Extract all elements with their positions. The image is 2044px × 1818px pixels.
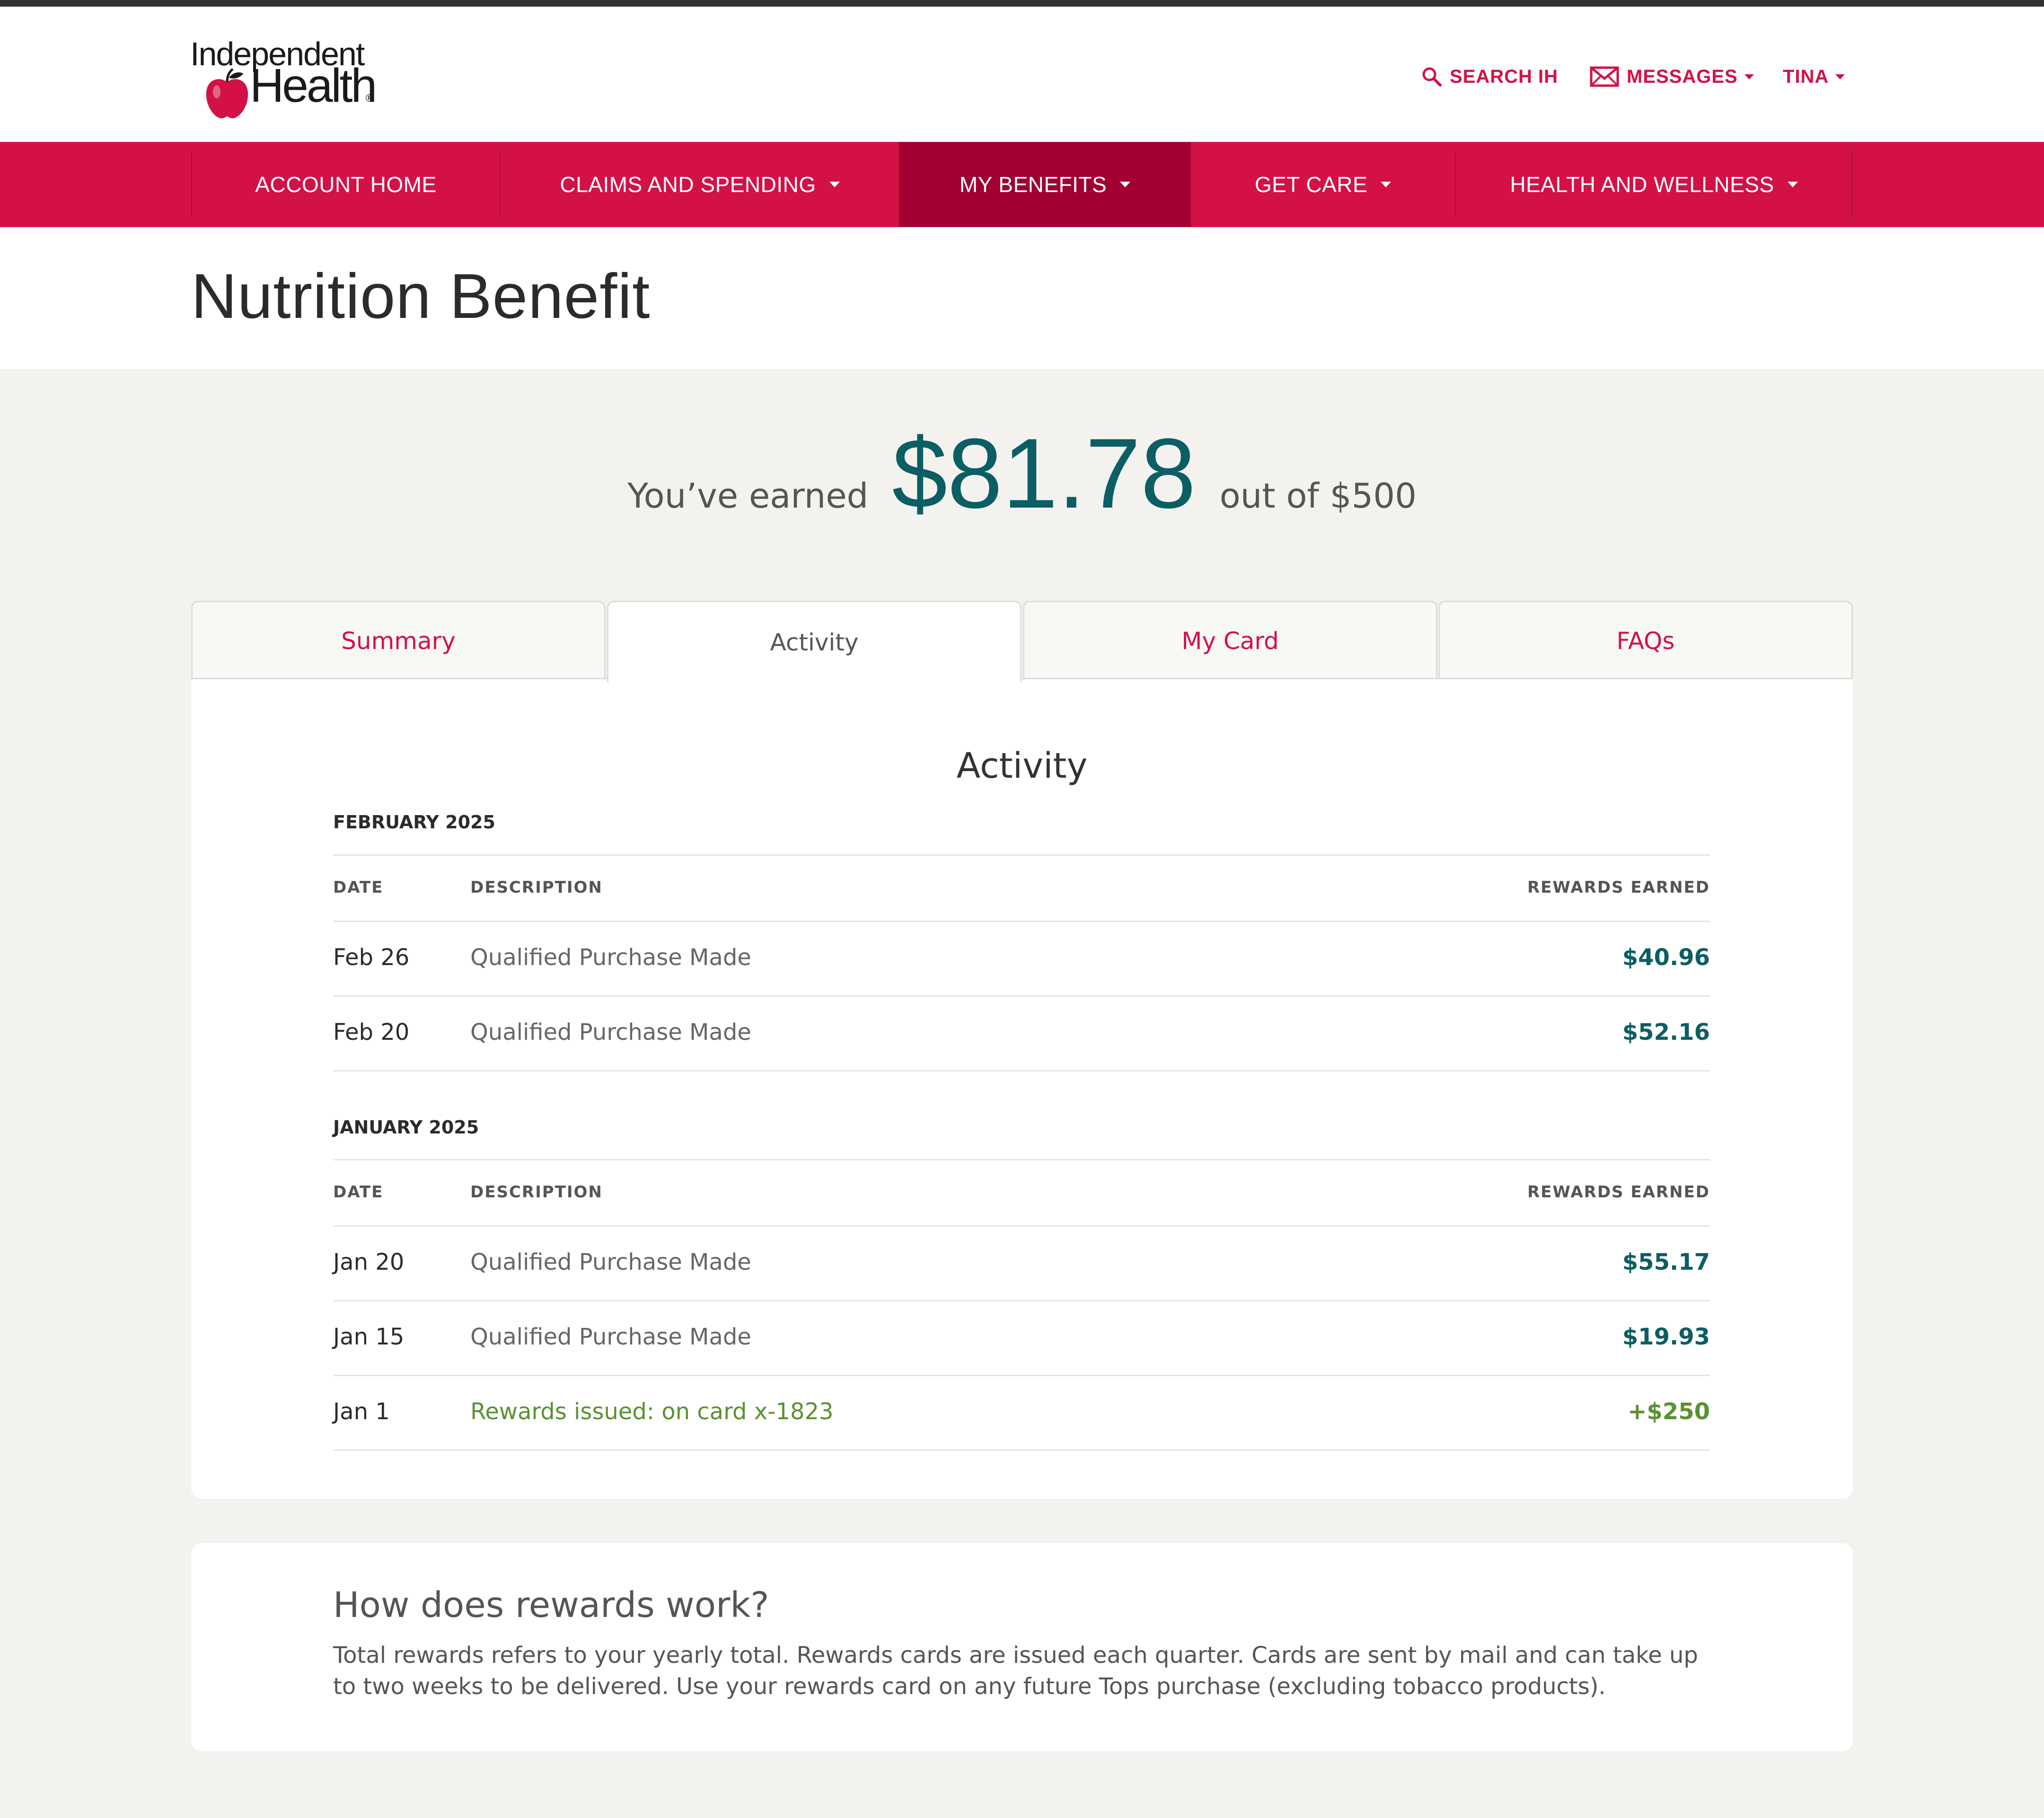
logo[interactable]: Independent Health ®	[189, 31, 379, 121]
row-description: Rewards issued: on card x-1823	[470, 1398, 834, 1425]
earned-prefix: You’ve earned	[627, 476, 869, 516]
row-description: Qualified Purchase Made	[470, 944, 751, 971]
row-amount: $40.96	[1622, 944, 1710, 971]
earned-suffix: out of $500	[1219, 476, 1417, 516]
row-amount: +$250	[1628, 1398, 1710, 1425]
divider	[333, 1449, 1710, 1451]
column-header-description: DESCRIPTION	[470, 878, 603, 897]
chevron-down-icon	[829, 182, 840, 187]
main-nav: ACCOUNT HOME CLAIMS AND SPENDING MY BENE…	[0, 142, 2044, 227]
nav-divider	[1852, 151, 1853, 218]
mail-icon	[1590, 66, 1619, 87]
search-link[interactable]: SEARCH IH	[1421, 62, 1558, 91]
nav-label: GET CARE	[1254, 172, 1368, 197]
activity-title: Activity	[956, 746, 1088, 786]
search-icon	[1422, 67, 1442, 87]
tab-label: My Card	[1181, 627, 1279, 655]
tab-label: Activity	[770, 628, 859, 656]
column-header-rewards: REWARDS EARNED	[1527, 1183, 1710, 1202]
column-header-rewards: REWARDS EARNED	[1527, 878, 1710, 897]
row-description: Qualified Purchase Made	[470, 1019, 751, 1045]
tab-label: Summary	[341, 627, 456, 655]
chevron-down-icon	[1744, 74, 1754, 79]
messages-label: MESSAGES	[1627, 66, 1738, 87]
tab-faqs[interactable]: FAQs	[1438, 601, 1853, 679]
page-title: Nutrition Benefit	[191, 261, 651, 332]
row-date: Jan 20	[333, 1249, 405, 1275]
chevron-down-icon	[1835, 74, 1845, 79]
nav-label: HEALTH AND WELLNESS	[1510, 172, 1774, 197]
nav-account-home[interactable]: ACCOUNT HOME	[192, 151, 500, 218]
divider	[333, 1300, 1710, 1301]
messages-menu[interactable]: MESSAGES	[1590, 62, 1754, 91]
tab-summary[interactable]: Summary	[191, 601, 606, 679]
top-strip	[0, 0, 2044, 7]
nav-label: MY BENEFITS	[959, 172, 1107, 197]
chevron-down-icon	[1120, 182, 1131, 187]
divider	[333, 995, 1710, 997]
month-heading: JANUARY 2025	[333, 1117, 479, 1138]
month-heading: FEBRUARY 2025	[333, 812, 495, 833]
column-header-date: DATE	[333, 1183, 384, 1202]
activity-panel: Activity FEBRUARY 2025 DATE DESCRIPTION …	[191, 678, 1853, 1499]
how-rewards-panel: How does rewards work? Total rewards ref…	[191, 1543, 1853, 1751]
how-body: Total rewards refers to your yearly tota…	[333, 1642, 1698, 1700]
tab-my-card[interactable]: My Card	[1023, 601, 1437, 679]
divider	[333, 1225, 1710, 1227]
earned-summary: You’ve earned $81.78 out of $500	[0, 416, 2044, 530]
row-amount: $55.17	[1622, 1249, 1710, 1275]
tab-activity[interactable]: Activity	[607, 601, 1022, 682]
row-description: Qualified Purchase Made	[470, 1249, 751, 1275]
nav-health-and-wellness[interactable]: HEALTH AND WELLNESS	[1456, 151, 1852, 218]
divider	[333, 1375, 1710, 1376]
column-header-date: DATE	[333, 878, 384, 897]
earned-amount: $81.78	[892, 418, 1196, 529]
chevron-down-icon	[1787, 182, 1798, 187]
divider	[333, 1159, 1710, 1160]
row-description: Qualified Purchase Made	[470, 1324, 751, 1350]
row-date: Feb 20	[333, 1019, 410, 1045]
how-title: How does rewards work?	[333, 1585, 769, 1625]
divider	[333, 1070, 1710, 1071]
nav-claims-and-spending[interactable]: CLAIMS AND SPENDING	[501, 151, 899, 218]
row-amount: $52.16	[1622, 1019, 1710, 1045]
row-date: Jan 15	[333, 1324, 405, 1350]
site-header: Independent Health ® SEARCH IH MESSAGES …	[0, 7, 2044, 142]
row-date: Jan 1	[333, 1398, 390, 1425]
nav-my-benefits[interactable]: MY BENEFITS	[899, 142, 1191, 227]
nav-get-care[interactable]: GET CARE	[1191, 151, 1455, 218]
tab-label: FAQs	[1616, 627, 1675, 655]
apple-icon	[206, 68, 248, 119]
user-label: TINA	[1783, 66, 1829, 87]
user-menu[interactable]: TINA	[1783, 62, 1845, 91]
divider	[333, 854, 1710, 856]
column-header-description: DESCRIPTION	[470, 1183, 603, 1202]
nav-label: CLAIMS AND SPENDING	[560, 172, 816, 197]
divider	[333, 921, 1710, 922]
title-band: Nutrition Benefit	[0, 227, 2044, 369]
search-label: SEARCH IH	[1450, 66, 1559, 87]
nav-label: ACCOUNT HOME	[255, 172, 437, 197]
row-date: Feb 26	[333, 944, 410, 971]
chevron-down-icon	[1381, 182, 1392, 187]
logo-line2: Health	[250, 59, 377, 112]
logo-registered-mark: ®	[364, 93, 375, 105]
row-amount: $19.93	[1622, 1324, 1710, 1350]
